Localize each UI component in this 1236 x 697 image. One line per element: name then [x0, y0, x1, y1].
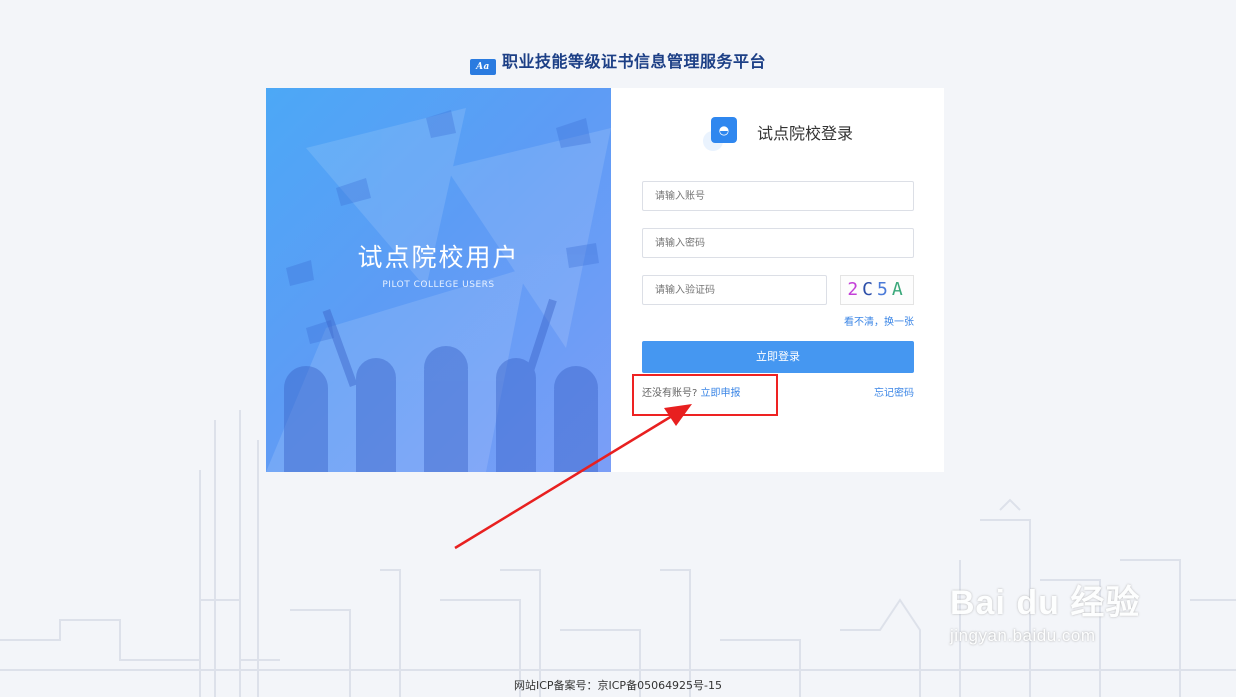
account-input[interactable]: [642, 181, 914, 211]
banner-title: 试点院校用户: [357, 243, 520, 272]
captcha-char: 5: [877, 279, 892, 300]
captcha-char: A: [891, 279, 907, 300]
captcha-char: C: [862, 279, 877, 300]
login-title: 试点院校登录: [757, 124, 854, 143]
register-highlight-box: [632, 374, 778, 416]
icp-footer: 网站ICP备案号：京ICP备05064925号-15: [513, 679, 723, 692]
captcha-char: 2: [847, 279, 863, 300]
baidu-jingyan-watermark: Bai du 经验 jingyan.baidu.com: [950, 575, 1140, 646]
captcha-image[interactable]: 2C5A: [840, 275, 914, 305]
password-input[interactable]: [642, 228, 914, 258]
banner-image: 试点院校用户 PILOT COLLEGE USERS: [266, 88, 611, 472]
forgot-password-link[interactable]: 忘记密码: [874, 384, 914, 399]
banner-subtitle: PILOT COLLEGE USERS: [382, 280, 495, 290]
login-card: 试点院校用户 PILOT COLLEGE USERS ◓ 试点院校登录 2C5A…: [266, 88, 944, 472]
watermark-brand: Bai du 经验: [950, 584, 1141, 622]
refresh-captcha-link[interactable]: 看不清，换一张: [840, 313, 914, 328]
platform-header: Aa 职业技能等级证书信息管理服务平台: [0, 48, 1236, 75]
platform-title: 职业技能等级证书信息管理服务平台: [501, 52, 766, 71]
watermark-url: jingyan.baidu.com: [950, 626, 1096, 645]
captcha-input[interactable]: [642, 275, 827, 305]
login-button[interactable]: 立即登录: [642, 341, 914, 373]
platform-logo-icon: Aa: [469, 59, 496, 75]
graduation-cap-icon: ◓: [711, 117, 737, 143]
